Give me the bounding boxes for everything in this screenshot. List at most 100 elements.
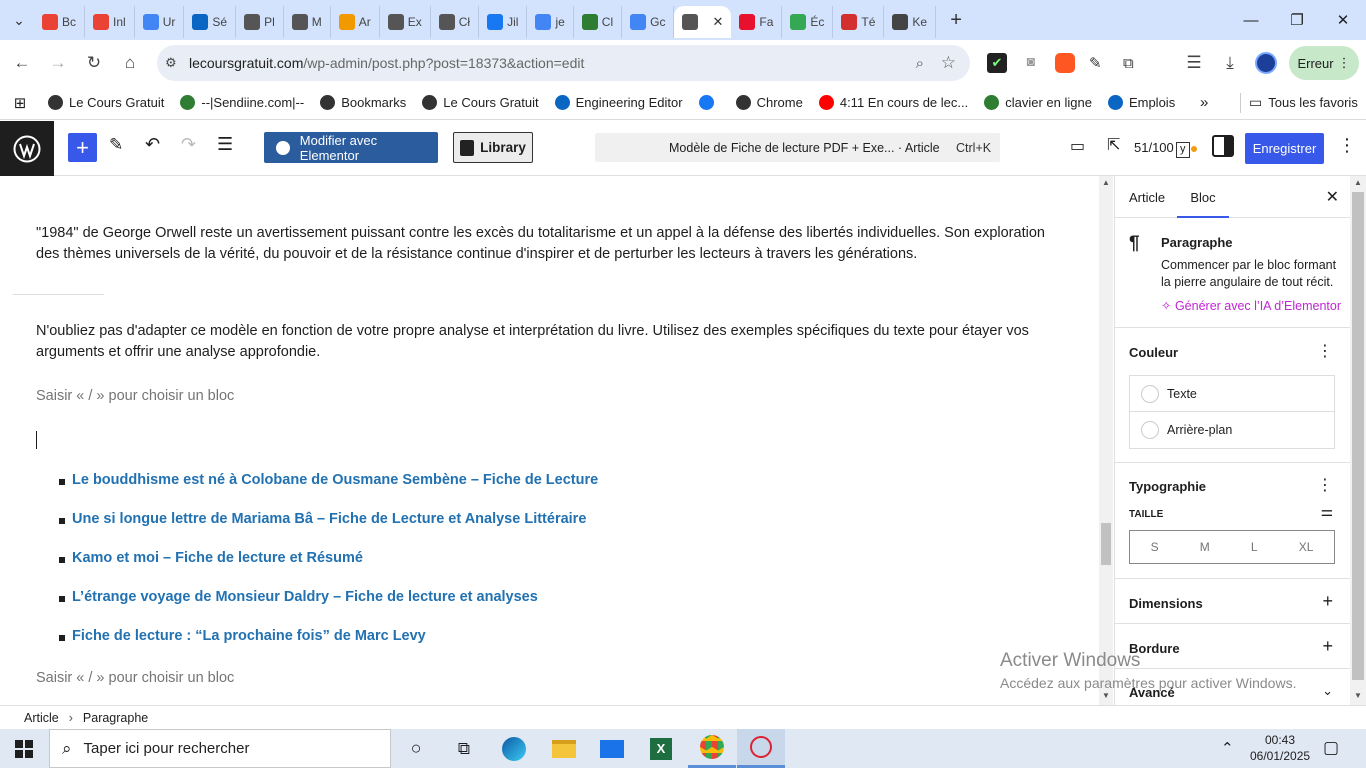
restore-icon[interactable]: ❐ xyxy=(1274,0,1320,40)
browser-tab[interactable]: Inl xyxy=(85,6,135,38)
bookmark-item[interactable]: --|Sendiine.com|-- xyxy=(172,95,312,110)
options-more-icon[interactable]: ⋮ xyxy=(1338,135,1356,156)
seo-score[interactable]: 51/100 y xyxy=(1134,140,1197,158)
list-item-link[interactable]: Kamo et moi – Fiche de lecture et Résumé xyxy=(59,550,363,566)
typography-options-more-icon[interactable]: ⋮ xyxy=(1317,475,1333,495)
browser-tab[interactable]: je xyxy=(527,6,574,38)
view-post-external-icon[interactable]: ⇱ xyxy=(1107,135,1120,155)
bookmark-item[interactable]: Chrome xyxy=(728,95,811,110)
separator-block[interactable] xyxy=(13,294,104,295)
site-info-icon[interactable]: ⚙ xyxy=(165,55,179,71)
browser-tab[interactable]: Sé xyxy=(184,6,237,38)
document-overview-icon[interactable]: ☰ xyxy=(217,134,233,155)
browser-tab[interactable]: ✕ xyxy=(674,6,732,38)
font-size-m[interactable]: M xyxy=(1200,540,1210,554)
browser-tab[interactable]: Pl xyxy=(236,6,284,38)
more-bookmarks-chevron-icon[interactable]: » xyxy=(1200,94,1208,111)
bookmark-item[interactable] xyxy=(691,95,728,110)
windows-start-icon[interactable] xyxy=(0,729,48,768)
cortana-circle-icon[interactable]: ○ xyxy=(392,729,440,768)
font-size-l[interactable]: L xyxy=(1251,540,1258,554)
dimensions-plus-icon[interactable]: + xyxy=(1322,591,1333,612)
browser-tab[interactable]: Gc xyxy=(622,6,675,38)
bookmark-item[interactable]: clavier en ligne xyxy=(976,95,1100,110)
edge-browser-icon[interactable] xyxy=(490,729,538,768)
bookmark-item[interactable]: Engineering Editor xyxy=(547,95,691,110)
text-color-option[interactable]: Texte xyxy=(1130,376,1334,412)
home-icon[interactable]: ⌂ xyxy=(112,45,148,81)
paragraph-block[interactable]: N'oubliez pas d'adapter ce modèle en fon… xyxy=(36,321,1056,363)
close-window-icon[interactable]: ✕ xyxy=(1320,0,1366,40)
mail-icon[interactable] xyxy=(588,729,636,768)
tab-search-chevron-icon[interactable]: ⌄ xyxy=(4,6,34,34)
undo-icon[interactable]: ↶ xyxy=(145,134,160,155)
bookmark-item[interactable]: Le Cours Gratuit xyxy=(40,95,172,110)
paragraph-block[interactable]: "1984" de George Orwell reste un avertis… xyxy=(36,223,1056,265)
new-tab-plus-icon[interactable]: + xyxy=(942,9,970,32)
task-view-icon[interactable]: ⧉ xyxy=(440,729,488,768)
notifications-icon[interactable]: ▢ xyxy=(1323,738,1339,758)
list-item-link[interactable]: L’étrange voyage de Monsieur Daldry – Fi… xyxy=(59,589,538,605)
settings-sidebar-toggle-icon[interactable] xyxy=(1212,135,1234,157)
file-explorer-icon[interactable] xyxy=(540,729,588,768)
extension-record-icon[interactable] xyxy=(1055,53,1075,73)
scroll-down-arrow-icon[interactable]: ▼ xyxy=(1102,691,1110,700)
bookmark-star-icon[interactable]: ☆ xyxy=(941,53,956,73)
empty-block-placeholder[interactable]: Saisir « / » pour choisir un bloc xyxy=(36,670,234,686)
profile-avatar[interactable] xyxy=(1255,52,1277,74)
save-button[interactable]: Enregistrer xyxy=(1245,133,1324,164)
scroll-up-arrow-icon[interactable]: ▲ xyxy=(1102,178,1110,187)
empty-block-placeholder[interactable]: Saisir « / » pour choisir un bloc xyxy=(36,388,234,404)
reload-icon[interactable]: ↻ xyxy=(76,45,112,81)
font-size-xl[interactable]: XL xyxy=(1299,540,1314,554)
excel-icon[interactable]: X xyxy=(637,729,685,768)
custom-size-sliders-icon[interactable]: ⚌ xyxy=(1320,503,1333,520)
browser-tab[interactable]: Bc xyxy=(34,6,86,38)
all-favorites-folder[interactable]: ▭ Tous les favoris xyxy=(1240,92,1366,113)
wordpress-logo-icon[interactable] xyxy=(0,121,54,176)
profile-error-button[interactable]: Erreur ⋮ xyxy=(1289,46,1359,80)
ai-generate-link[interactable]: ✧ Générer avec l’IA d’Elementor xyxy=(1161,298,1341,313)
tab-bloc[interactable]: Bloc xyxy=(1177,176,1229,218)
address-bar[interactable]: ⚙ lecoursgratuit.com/wp-admin/post.php?p… xyxy=(157,45,970,81)
advanced-chevron-down-icon[interactable]: ⌄ xyxy=(1322,683,1333,699)
bookmark-item[interactable]: 4:11 En cours de lec... xyxy=(811,95,976,110)
apps-grid-icon[interactable]: ⊞ xyxy=(0,94,40,112)
close-sidebar-icon[interactable]: ✕ xyxy=(1326,187,1339,207)
chrome-icon[interactable] xyxy=(688,729,736,768)
scroll-down-arrow-icon[interactable]: ▼ xyxy=(1354,691,1362,700)
download-icon[interactable]: ⤓ xyxy=(1212,45,1248,81)
back-arrow-icon[interactable]: ← xyxy=(4,45,40,81)
border-plus-icon[interactable]: + xyxy=(1322,636,1333,657)
zoom-icon[interactable]: ⌕ xyxy=(916,55,924,72)
block-inserter-plus-icon[interactable]: + xyxy=(68,133,97,162)
browser-tab[interactable]: Ex xyxy=(380,6,431,38)
address-url[interactable]: lecoursgratuit.com/wp-admin/post.php?pos… xyxy=(189,55,584,71)
taskbar-clock[interactable]: 00:43 06/01/2025 xyxy=(1250,732,1310,764)
background-color-option[interactable]: Arrière-plan xyxy=(1130,412,1334,448)
extension-eyedropper-icon[interactable]: ✎ xyxy=(1089,54,1109,72)
sidebar-scrollbar-thumb[interactable] xyxy=(1352,192,1364,680)
font-size-s[interactable]: S xyxy=(1151,540,1159,554)
border-panel[interactable]: Bordure + xyxy=(1115,623,1350,669)
forward-arrow-icon[interactable]: → xyxy=(40,45,76,81)
extensions-puzzle-icon[interactable]: ⧉ xyxy=(1123,55,1143,72)
advanced-panel[interactable]: Avancé ⌄ xyxy=(1115,668,1350,705)
tray-chevron-up-icon[interactable]: ⌃ xyxy=(1221,739,1234,757)
browser-tab[interactable]: Fa xyxy=(731,6,783,38)
close-tab-icon[interactable]: ✕ xyxy=(712,14,723,30)
browser-tab[interactable]: Ar xyxy=(331,6,380,38)
breadcrumb-article[interactable]: Article xyxy=(24,711,59,725)
edit-with-elementor-button[interactable]: Modifier avec Elementor xyxy=(264,132,438,163)
bookmark-item[interactable]: Le Cours Gratuit xyxy=(414,95,546,110)
browser-tab[interactable]: Cł xyxy=(431,6,480,38)
browser-tab[interactable]: M xyxy=(284,6,331,38)
sidebar-scrollbar[interactable]: ▲ ▼ xyxy=(1350,176,1366,705)
color-options-more-icon[interactable]: ⋮ xyxy=(1317,341,1333,361)
tab-article[interactable]: Article xyxy=(1129,190,1165,205)
list-item-link[interactable]: Une si longue lettre de Mariama Bâ – Fic… xyxy=(58,511,586,527)
scroll-up-arrow-icon[interactable]: ▲ xyxy=(1354,178,1362,187)
extension-checkmark-icon[interactable]: ✔ xyxy=(987,53,1007,73)
editor-scrollbar[interactable]: ▲ ▼ xyxy=(1099,176,1113,705)
browser-tab[interactable]: Cl xyxy=(574,6,623,38)
